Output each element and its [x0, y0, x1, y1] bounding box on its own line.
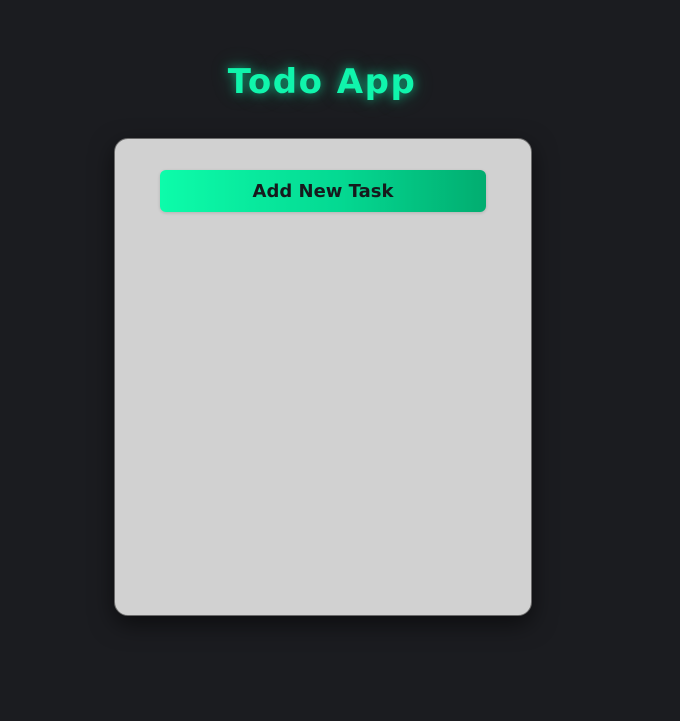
todo-page: Todo App Add New Task: [0, 0, 680, 721]
app-title: Todo App: [227, 62, 417, 102]
add-new-task-button[interactable]: Add New Task: [160, 170, 486, 212]
todo-card: Add New Task: [114, 138, 532, 616]
